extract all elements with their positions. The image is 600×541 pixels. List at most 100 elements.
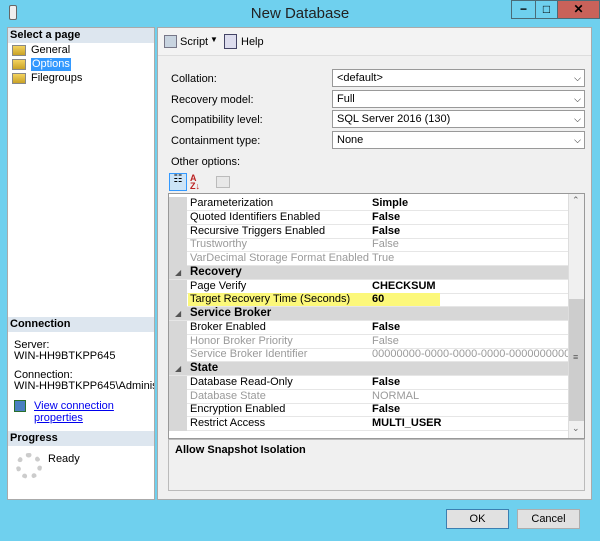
- property-name: Service Broker Identifier: [190, 348, 308, 361]
- options-panel: Script ▼ Help Collation: <default> ⌵ Reco…: [157, 27, 592, 500]
- property-name: Target Recovery Time (Seconds): [188, 293, 370, 307]
- category-name: Service Broker: [190, 307, 272, 319]
- row-gutter: [169, 389, 187, 404]
- select-page-header: Select a page: [8, 28, 154, 43]
- help-icon: [224, 34, 237, 49]
- category-name: State: [190, 362, 219, 374]
- property-row[interactable]: Page Verify CHECKSUM: [169, 279, 569, 294]
- cancel-button[interactable]: Cancel: [517, 509, 580, 529]
- collation-select[interactable]: <default> ⌵: [332, 69, 585, 87]
- row-gutter: [169, 320, 187, 335]
- title-bar: New Database − □ ✕: [0, 0, 600, 27]
- row-gutter: [169, 252, 187, 266]
- property-name: Quoted Identifiers Enabled: [190, 210, 321, 223]
- property-name: Encryption Enabled: [190, 403, 286, 416]
- row-gutter: [169, 279, 187, 294]
- page-label: General: [31, 44, 71, 56]
- ok-button[interactable]: OK: [446, 509, 509, 529]
- progress-spinner-icon: [16, 453, 42, 479]
- property-row[interactable]: VarDecimal Storage Format Enabled True: [169, 252, 569, 266]
- property-value[interactable]: 00000000-0000-0000-0000-000000000000: [372, 348, 582, 361]
- maximize-button[interactable]: □: [535, 0, 558, 19]
- recovery-model-label: Recovery model:: [171, 94, 254, 106]
- row-gutter: [169, 334, 187, 349]
- property-row[interactable]: Target Recovery Time (Seconds) 60: [169, 293, 569, 308]
- property-name: Page Verify: [190, 279, 247, 292]
- containment-type-select[interactable]: None ⌵: [332, 131, 585, 149]
- property-row[interactable]: Recursive Triggers Enabled False: [169, 224, 569, 239]
- property-value[interactable]: True: [372, 252, 394, 265]
- property-value[interactable]: False: [372, 335, 399, 348]
- property-row[interactable]: Quoted Identifiers Enabled False: [169, 210, 569, 225]
- chevron-down-icon: ⌵: [574, 114, 581, 124]
- window-title: New Database: [250, 5, 350, 22]
- property-name: Honor Broker Priority: [190, 334, 293, 347]
- property-row[interactable]: Parameterization Simple: [169, 197, 569, 211]
- property-value[interactable]: False: [372, 211, 400, 224]
- collapse-icon[interactable]: ◢: [175, 266, 181, 279]
- property-name: Trustworthy: [190, 238, 248, 251]
- property-row[interactable]: Broker Enabled False: [169, 320, 569, 335]
- property-value[interactable]: MULTI_USER: [372, 417, 441, 430]
- property-name: Parameterization: [190, 197, 274, 209]
- property-row[interactable]: Restrict Access MULTI_USER: [169, 417, 569, 431]
- property-name: Database State: [190, 389, 266, 402]
- minimize-button[interactable]: −: [511, 0, 536, 19]
- property-name: Database Read-Only: [190, 375, 293, 388]
- property-value[interactable]: False: [372, 225, 400, 238]
- property-row[interactable]: Trustworthy False: [169, 238, 569, 253]
- row-gutter: [169, 210, 187, 225]
- scrollbar[interactable]: ⌃ ≡ ⌄: [568, 194, 584, 438]
- page-label: Options: [31, 58, 71, 71]
- server-value: WIN-HH9BTKPP645: [14, 350, 116, 362]
- compatibility-level-label: Compatibility level:: [171, 114, 263, 126]
- recovery-model-select[interactable]: Full ⌵: [332, 90, 585, 108]
- property-value[interactable]: CHECKSUM: [372, 280, 436, 293]
- page-filegroups[interactable]: Filegroups: [12, 72, 82, 85]
- property-value[interactable]: NORMAL: [372, 390, 419, 403]
- left-panel: Select a page General Options Filegroups…: [7, 27, 155, 500]
- property-value[interactable]: False: [372, 376, 400, 389]
- categorized-icon[interactable]: ☷: [169, 173, 187, 191]
- help-button[interactable]: Help: [241, 36, 264, 48]
- property-row[interactable]: Encryption Enabled False: [169, 403, 569, 418]
- script-dropdown-icon[interactable]: ▼: [210, 35, 218, 44]
- scroll-grip-icon: ≡: [573, 352, 579, 362]
- row-gutter: [169, 238, 187, 253]
- page-options[interactable]: Options: [12, 58, 71, 71]
- page-general[interactable]: General: [12, 44, 70, 57]
- property-row[interactable]: Honor Broker Priority False: [169, 334, 569, 349]
- view-connection-properties-link[interactable]: View connection properties: [34, 400, 154, 424]
- property-row[interactable]: Service Broker Identifier 00000000-0000-0…: [169, 348, 582, 363]
- property-value[interactable]: 60: [370, 293, 440, 307]
- collation-value: <default>: [337, 72, 383, 84]
- toolbar: Script ▼ Help: [158, 28, 591, 56]
- containment-type-label: Containment type:: [171, 135, 261, 147]
- property-value[interactable]: False: [372, 321, 400, 334]
- options-property-grid[interactable]: Parameterization Simple Quoted Identifiers…: [168, 193, 585, 439]
- other-options-label: Other options:: [171, 156, 241, 168]
- sort-alphabetical-icon[interactable]: A Z↓: [190, 174, 200, 191]
- property-name: Restrict Access: [190, 417, 266, 429]
- page-icon: [12, 45, 26, 56]
- collapse-icon[interactable]: ◢: [175, 307, 181, 320]
- scroll-down-icon[interactable]: ⌄: [572, 423, 580, 434]
- property-value[interactable]: Simple: [372, 197, 408, 210]
- category-row[interactable]: ◢ Service Broker: [169, 307, 569, 321]
- compatibility-level-select[interactable]: SQL Server 2016 (130) ⌵: [332, 110, 585, 128]
- property-value[interactable]: False: [372, 403, 400, 416]
- script-button[interactable]: Script: [180, 36, 208, 48]
- category-row[interactable]: ◢ Recovery: [169, 265, 569, 280]
- chevron-down-icon: ⌵: [574, 135, 581, 145]
- property-row[interactable]: Database Read-Only False: [169, 375, 569, 390]
- connection-header: Connection: [8, 317, 154, 332]
- property-row[interactable]: Database State NORMAL: [169, 389, 569, 404]
- property-value[interactable]: False: [372, 238, 399, 251]
- row-gutter: [169, 197, 187, 211]
- close-button[interactable]: ✕: [557, 0, 600, 19]
- category-row[interactable]: ◢ State: [169, 362, 569, 376]
- collapse-icon[interactable]: ◢: [175, 362, 181, 375]
- property-pages-icon[interactable]: [216, 176, 230, 188]
- scroll-up-icon[interactable]: ⌃: [572, 195, 580, 206]
- connection-properties-icon: [14, 400, 26, 412]
